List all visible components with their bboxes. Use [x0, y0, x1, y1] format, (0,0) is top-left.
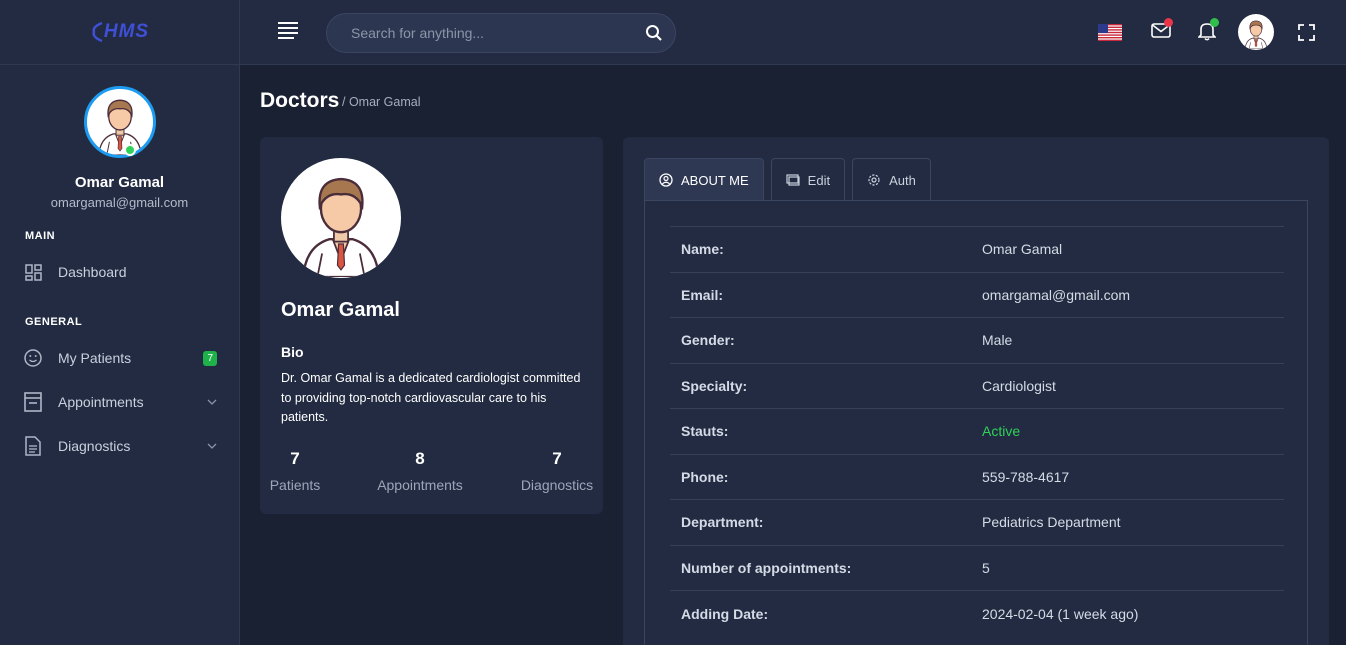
stat-label: Diagnostics — [520, 477, 594, 493]
sidebar-item-label: Dashboard — [58, 264, 127, 280]
stat-patients: 7 Patients — [269, 449, 321, 493]
section-label-main: MAIN — [25, 230, 56, 242]
details-card: ABOUT ME Edit Auth Name: Omar Gamal Email… — [623, 137, 1329, 645]
field-value: 559-788-4617 — [982, 468, 1070, 485]
doctor-info-table: Name: Omar Gamal Email: omargamal@gmail.co… — [670, 226, 1284, 636]
about-me-panel: Name: Omar Gamal Email: omargamal@gmail.co… — [644, 200, 1308, 645]
field-value: Pediatrics Department — [982, 514, 1121, 531]
stat-appointments: 8 Appointments — [370, 449, 470, 493]
stat-label: Patients — [269, 477, 321, 493]
sidebar-item-label: Diagnostics — [58, 438, 131, 454]
table-row: Stauts: Active — [670, 408, 1284, 455]
stat-value: 8 — [415, 449, 425, 468]
tab-label: Edit — [807, 172, 831, 188]
sidebar-item-dashboard[interactable]: Dashboard — [0, 250, 239, 294]
field-value: Male — [982, 332, 1013, 349]
tab-about-me[interactable]: ABOUT ME — [644, 158, 764, 201]
profile-avatar — [281, 158, 401, 278]
smiley-icon — [24, 349, 42, 367]
table-row: Department: Pediatrics Department — [670, 499, 1284, 546]
field-label: Specialty: — [681, 377, 748, 394]
doctor-avatar-icon — [87, 89, 153, 155]
section-label-general: GENERAL — [25, 316, 83, 328]
field-value: 2024-02-04 (1 week ago) — [982, 605, 1139, 622]
sidebar-item-diagnostics[interactable]: Diagnostics — [0, 424, 239, 468]
field-label: Number of appointments: — [681, 559, 852, 576]
logo-text: HMS — [103, 21, 150, 42]
search-icon[interactable] — [645, 24, 663, 47]
patients-count-badge: 7 — [203, 350, 217, 366]
doctor-name: Omar Gamal — [281, 299, 400, 321]
us-flag-icon[interactable] — [1098, 24, 1122, 41]
doctor-avatar-icon — [282, 159, 400, 277]
menu-icon[interactable] — [278, 22, 300, 42]
sidebar: HMS Omar Gamal omargamal@gmail.com MAIN … — [0, 0, 240, 645]
document-icon — [24, 436, 42, 456]
stat-label: Appointments — [377, 477, 463, 493]
fullscreen-icon[interactable] — [1298, 24, 1315, 46]
table-row: Adding Date: 2024-02-04 (1 week ago) — [670, 590, 1284, 637]
field-value: Cardiologist — [982, 377, 1056, 394]
stat-diagnostics: 7 Diagnostics — [517, 449, 597, 493]
dashboard-icon — [24, 263, 42, 281]
mail-notification-dot — [1164, 18, 1173, 27]
tab-label: ABOUT ME — [681, 172, 749, 188]
field-label: Name: — [681, 241, 724, 258]
bio-heading: Bio — [281, 344, 304, 360]
table-row: Number of appointments: 5 — [670, 545, 1284, 591]
chevron-down-icon — [207, 397, 217, 408]
field-label: Email: — [681, 286, 724, 303]
table-row: Phone: 559-788-4617 — [670, 454, 1284, 500]
sidebar-item-my-patients[interactable]: My Patients 7 — [0, 336, 239, 380]
tab-auth[interactable]: Auth — [852, 158, 931, 201]
sidebar-user-email: omargamal@gmail.com — [50, 195, 189, 210]
field-value: Omar Gamal — [982, 241, 1063, 258]
field-label: Stauts: — [681, 423, 729, 440]
field-label: Gender: — [681, 332, 735, 349]
table-row: Gender: Male — [670, 317, 1284, 364]
bio-text: Dr. Omar Gamal is a dedicated cardiologi… — [281, 371, 581, 424]
search-input[interactable] — [327, 14, 675, 52]
gear-icon — [867, 173, 881, 187]
breadcrumb: / Omar Gamal — [342, 95, 421, 109]
chevron-down-icon — [207, 441, 217, 452]
status-value: Active — [982, 423, 1021, 440]
sidebar-avatar[interactable] — [83, 86, 156, 158]
tab-edit[interactable]: Edit — [770, 158, 846, 201]
tab-bar: ABOUT ME Edit Auth — [644, 158, 938, 201]
profile-card: Omar Gamal Bio Dr. Omar Gamal is a dedic… — [260, 137, 603, 514]
user-circle-icon — [659, 173, 673, 187]
logo-mark-icon — [92, 21, 103, 43]
search-box — [326, 13, 676, 53]
stat-value: 7 — [290, 449, 300, 468]
logo-bar: HMS — [0, 0, 239, 65]
edit-icon — [786, 174, 800, 186]
app-logo[interactable]: HMS — [90, 21, 149, 43]
bell-notification-dot — [1210, 18, 1219, 27]
field-label: Phone: — [681, 468, 729, 485]
sidebar-item-label: My Patients — [58, 350, 132, 366]
stat-value: 7 — [552, 449, 562, 468]
field-label: Department: — [681, 514, 764, 531]
page-title: Doctors — [260, 89, 340, 112]
table-row: Specialty: Cardiologist — [670, 363, 1284, 409]
online-status-dot — [124, 144, 136, 156]
sidebar-profile: Omar Gamal omargamal@gmail.com — [0, 65, 239, 210]
tab-label: Auth — [889, 172, 916, 188]
field-label: Adding Date: — [681, 605, 769, 622]
sidebar-item-label: Appointments — [58, 394, 144, 410]
table-row: Email: omargamal@gmail.com — [670, 272, 1284, 318]
table-row: Name: Omar Gamal — [670, 226, 1284, 273]
sidebar-user-name: Omar Gamal — [74, 174, 165, 191]
avatar[interactable] — [1238, 14, 1274, 50]
doctor-avatar-icon — [1239, 15, 1273, 49]
field-value: omargamal@gmail.com — [982, 286, 1131, 303]
sidebar-item-appointments[interactable]: Appointments — [0, 380, 239, 424]
field-value: 5 — [982, 559, 990, 576]
topbar — [240, 0, 1346, 65]
calendar-icon — [24, 392, 42, 412]
